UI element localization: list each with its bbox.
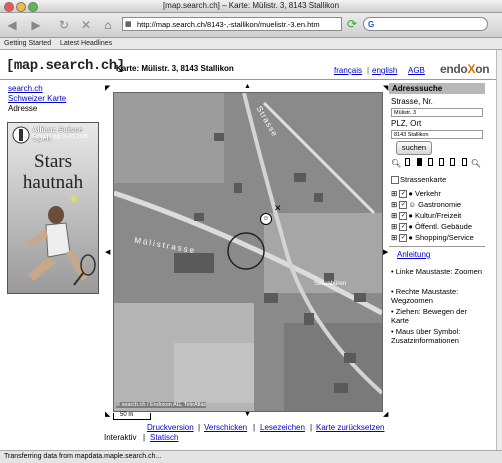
bookmarks-bar: Getting Started Latest Headlines [0, 38, 502, 50]
poi-restaurant-icon[interactable]: ☺ [260, 213, 272, 225]
search-engine-icon: G [368, 20, 375, 29]
status-bar: Transferring data from mapdata.maple.sea… [0, 450, 502, 463]
pan-northeast-arrow[interactable]: ◥ [383, 84, 388, 92]
search-field[interactable]: G [363, 17, 488, 31]
help-link[interactable]: Anleitung [397, 250, 430, 259]
nav-schweizer-karte[interactable]: Schweizer Karte [8, 94, 66, 103]
category-shopping[interactable]: ⊞ ✓ ● Shopping/Service [391, 233, 474, 243]
forward-icon[interactable]: ▶ [28, 17, 44, 33]
checkbox-shopping[interactable]: ✓ [399, 234, 408, 243]
agb-link[interactable]: AGB [408, 66, 425, 75]
send-link[interactable]: Verschicken [204, 423, 247, 432]
pan-north-arrow[interactable]: ▲ [244, 83, 251, 90]
pan-southwest-arrow[interactable]: ◣ [105, 410, 110, 418]
window-titlebar: [map.search.ch] – Karte: Mülistr. 3, 814… [0, 0, 502, 13]
header-divider [0, 79, 496, 80]
map-scale-label: 50 m [120, 412, 134, 418]
stop-icon[interactable]: ✕ [78, 17, 94, 33]
zoom-control[interactable]: 🔍︎ 🔍︎ [391, 158, 485, 168]
nav-adresse-current: Adresse [8, 104, 38, 113]
zoom-in-icon[interactable]: 🔍︎ [391, 159, 401, 168]
bookmark-link[interactable]: Lesezeichen [260, 423, 305, 432]
map-canvas[interactable]: ☺ ✕ Mülistrasse Strasse Sellenbüren © se… [113, 92, 383, 412]
address-search-panel: Adresssuche Strasse, Nr. Mülistr. 3 PLZ,… [389, 83, 485, 453]
home-icon[interactable]: ⌂ [100, 17, 116, 33]
street-map-checkbox[interactable] [391, 176, 399, 185]
interactive-mode-label: Interaktiv [104, 433, 137, 442]
pan-west-arrow[interactable]: ◀ [105, 248, 110, 256]
zoom-level-1[interactable] [405, 158, 411, 166]
help-item-hover: • Maus über Symbol: Zusatzinformationen [391, 327, 461, 345]
panel-heading: Adresssuche [389, 83, 485, 94]
street-input[interactable]: Mülistr. 3 [391, 108, 483, 117]
vertical-scrollbar[interactable] [496, 50, 502, 450]
map-place-label: Sellenbüren [314, 281, 347, 287]
panel-divider [389, 246, 485, 247]
street-label: Strasse, Nr. [391, 97, 433, 106]
advertisement-banner[interactable]: Allianz Suisse Open Gstaad • July 2–10, … [7, 122, 99, 294]
zoom-level-5[interactable] [450, 158, 456, 166]
poi-marker-icon[interactable]: ✕ [274, 203, 282, 214]
help-item-drag: • Ziehen: Bewegen der Karte [391, 307, 468, 325]
bottom-separator: | [310, 423, 313, 432]
checkbox-oeffentl[interactable]: ✓ [399, 223, 408, 232]
search-button[interactable]: suchen [396, 141, 432, 155]
lang-french-link[interactable]: français [334, 66, 362, 75]
pan-south-arrow[interactable]: ▼ [244, 411, 251, 418]
ad-text: Stars hautnah [22, 151, 84, 193]
zoom-level-6[interactable] [461, 158, 467, 166]
pan-northwest-arrow[interactable]: ◤ [105, 84, 110, 92]
checkbox-gastronomie[interactable]: ✓ [399, 201, 408, 210]
ad-subtitle: Gstaad • July 2–10, 2005 [32, 134, 88, 140]
lang-english-link[interactable]: english [372, 66, 397, 75]
browser-toolbar: ◀ ▶ ↻ ✕ ⌂ ▦ http://map.search.ch/8143-,-… [0, 13, 502, 38]
pan-east-arrow[interactable]: ▶ [383, 248, 388, 256]
site-icon: ▦ [125, 21, 132, 28]
site-logo[interactable]: [map.search.ch] [6, 58, 125, 74]
help-item-left-click: • Linke Maustaste: Zoomen [391, 267, 483, 276]
lang-separator: | [367, 66, 370, 75]
category-kultur[interactable]: ⊞ ✓ ● Kultur/Freizeit [391, 211, 461, 221]
address-bar[interactable]: ▦ http://map.search.ch/8143-,-stallikon/… [122, 17, 342, 31]
location-marker-circle [227, 232, 265, 270]
status-text: Transferring data from mapdata.maple.sea… [4, 453, 162, 460]
static-mode-link[interactable]: Statisch [150, 433, 178, 442]
allianz-logo-icon [12, 126, 30, 144]
street-map-toggle[interactable]: Strassenkarte [391, 175, 446, 185]
bottom-separator: | [198, 423, 201, 432]
zoom-level-4[interactable] [439, 158, 445, 166]
checkbox-kultur[interactable]: ✓ [399, 212, 408, 221]
zoom-level-2[interactable] [416, 158, 422, 166]
pan-southeast-arrow[interactable]: ◢ [383, 410, 388, 418]
category-oeffentl[interactable]: ⊞ ✓ ● Öffentl. Gebäude [391, 222, 472, 232]
checkbox-verkehr[interactable]: ✓ [399, 190, 408, 199]
address-text: http://map.search.ch/8143-,-stallikon/mu… [137, 20, 320, 29]
city-label: PLZ, Ort [391, 119, 422, 128]
back-icon[interactable]: ◀ [4, 17, 20, 33]
map-copyright: © search.ch / Endoxon AG, TeleAtlas [116, 402, 207, 408]
help-item-right-click: • Rechte Maustaste: Wegzoomen [391, 287, 459, 305]
zoom-out-icon[interactable]: 🔍︎ [471, 159, 481, 168]
endoxon-logo[interactable]: endoXon [440, 62, 490, 76]
mode-separator: | [143, 433, 146, 442]
window-title: [map.search.ch] – Karte: Mülistr. 3, 814… [162, 1, 340, 10]
go-icon[interactable]: ⟳ [344, 16, 360, 32]
nav-search-ch[interactable]: search.ch [8, 84, 43, 93]
bookmark-latest-headlines[interactable]: Latest Headlines [60, 38, 112, 49]
print-version-link[interactable]: Druckversion [147, 423, 194, 432]
zoom-level-3[interactable] [427, 158, 433, 166]
bookmark-getting-started[interactable]: Getting Started [4, 38, 51, 49]
city-input[interactable]: 8143 Stallikon [391, 130, 483, 139]
bottom-separator: | [253, 423, 256, 432]
reset-map-link[interactable]: Karte zurücksetzen [316, 423, 384, 432]
reload-icon[interactable]: ↻ [56, 17, 72, 33]
category-gastronomie[interactable]: ⊞ ✓ ☺ Gastronomie [391, 200, 461, 210]
page-title: Karte: Mülistr. 3, 8143 Stallikon [116, 64, 234, 73]
tennis-player-image [26, 196, 96, 286]
category-verkehr[interactable]: ⊞ ✓ ● Verkehr [391, 189, 441, 199]
